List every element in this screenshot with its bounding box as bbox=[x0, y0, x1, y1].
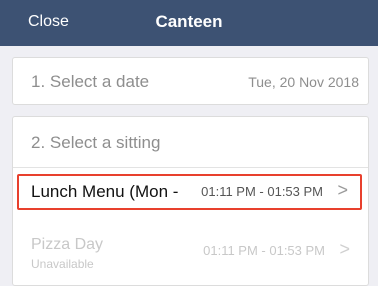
page-title: Canteen bbox=[155, 12, 223, 31]
sitting-time: 01:11 PM - 01:53 PM bbox=[201, 184, 323, 199]
chevron-right-icon: > bbox=[339, 239, 350, 259]
select-sitting-label: 2. Select a sitting bbox=[31, 133, 161, 152]
sitting-selector: 2. Select a sitting Lunch Menu (Mon - 01… bbox=[12, 116, 369, 286]
divider bbox=[13, 167, 368, 168]
select-date-label: 1. Select a date bbox=[31, 72, 150, 91]
nav-header: Close Canteen bbox=[0, 0, 378, 46]
selected-date: Tue, 20 Nov 2018 bbox=[248, 74, 359, 90]
sitting-row-pizza-day: Pizza Day Unavailable 01:11 PM - 01:53 P… bbox=[17, 236, 362, 276]
sitting-name: Lunch Menu (Mon - bbox=[31, 182, 179, 201]
sitting-name: Pizza Day bbox=[31, 236, 104, 253]
date-selector[interactable]: 1. Select a date Tue, 20 Nov 2018 bbox=[12, 57, 369, 105]
sitting-row-lunch-menu[interactable]: Lunch Menu (Mon - 01:11 PM - 01:53 PM > bbox=[17, 174, 362, 210]
chevron-right-icon: > bbox=[337, 180, 348, 200]
sitting-time: 01:11 PM - 01:53 PM bbox=[203, 243, 325, 258]
sitting-status: Unavailable bbox=[31, 257, 94, 271]
